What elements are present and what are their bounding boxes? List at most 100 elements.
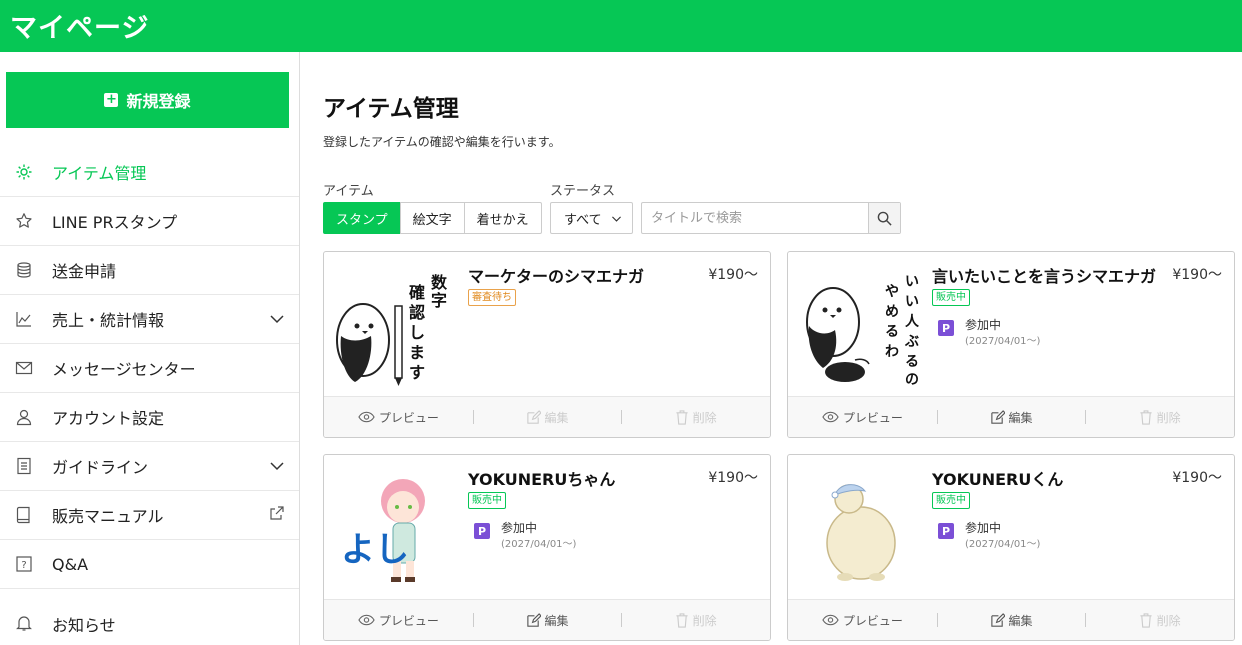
svg-text:の: の xyxy=(905,372,919,387)
search-box xyxy=(641,202,901,234)
delete-button[interactable]: 削除 xyxy=(1085,600,1234,640)
sidebar-item-qa[interactable]: ? Q&A xyxy=(0,540,299,589)
sidebar-item-sales-manual[interactable]: 販売マニュアル xyxy=(0,491,299,540)
svg-text:る: る xyxy=(885,324,899,340)
eye-icon xyxy=(822,614,839,626)
new-registration-label: 新規登録 xyxy=(126,92,191,111)
sidebar-item-label: お知らせ xyxy=(52,615,116,635)
svg-text:ぶ: ぶ xyxy=(904,334,919,350)
item-price: ¥190〜 xyxy=(708,267,758,283)
user-icon xyxy=(15,408,33,426)
sidebar-item-guidelines[interactable]: ガイドライン xyxy=(0,442,299,491)
sidebar-nav: アイテム管理 LINE PRスタンプ 送金申請 売上・統計情報 メッセージセンタ… xyxy=(0,148,299,645)
new-registration-button[interactable]: + 新規登録 xyxy=(6,72,289,128)
svg-text:い: い xyxy=(905,274,919,290)
mail-icon xyxy=(15,359,33,377)
sidebar-item-label: メッセージセンター xyxy=(52,360,196,379)
delete-button[interactable]: 削除 xyxy=(621,600,770,640)
sidebar-item-label: アイテム管理 xyxy=(52,164,147,183)
item-card: YOKUNERUくん ¥190〜 販売中 P 参加中 (2027/04/01〜)… xyxy=(787,454,1235,641)
sidebar-item-account-settings[interactable]: アカウント設定 xyxy=(0,393,299,442)
item-card-body[interactable]: い い 人 ぶ る の や め る わ 言いたいことを言うシマエナガ ¥190〜… xyxy=(788,252,1234,396)
search-input[interactable] xyxy=(642,203,868,233)
delete-button[interactable]: 削除 xyxy=(621,397,770,437)
sidebar-item-label: 送金申請 xyxy=(52,262,117,281)
sidebar-item-label: 売上・統計情報 xyxy=(52,311,165,330)
svg-text:し: し xyxy=(409,323,425,342)
item-card-body[interactable]: よし YOKUNERUちゃん ¥190〜 販売中 P 参加中 (2027/04/… xyxy=(324,455,770,599)
svg-text:い: い xyxy=(905,294,919,310)
edit-button[interactable]: 編集 xyxy=(472,397,622,437)
sidebar-item-sales-stats[interactable]: 売上・統計情報 xyxy=(0,295,299,344)
question-icon: ? xyxy=(15,555,33,573)
preview-button[interactable]: プレビュー xyxy=(788,397,937,437)
trash-icon xyxy=(676,612,688,628)
preview-button[interactable]: プレビュー xyxy=(324,600,473,640)
edit-icon xyxy=(990,612,1005,627)
item-card-body[interactable]: 数 字 確 認 し ま す マーケターのシマエナガ ¥190〜 審査待ち xyxy=(324,252,770,396)
item-card-actions: プレビュー 編集 削除 xyxy=(788,599,1234,640)
sidebar-item-label: 販売マニュアル xyxy=(52,507,164,526)
sidebar-item-notices[interactable]: お知らせ xyxy=(0,599,299,645)
edit-button[interactable]: 編集 xyxy=(936,600,1086,640)
sidebar: + 新規登録 アイテム管理 LINE PRスタンプ 送金申請 売上・統計情報 メ… xyxy=(0,52,300,645)
sidebar-item-remittance[interactable]: 送金申請 xyxy=(0,246,299,295)
svg-text:め: め xyxy=(885,304,899,320)
pr-status-text: 参加中 xyxy=(965,521,1002,535)
pr-status-date: (2027/04/01〜) xyxy=(501,539,577,550)
item-title[interactable]: 言いたいことを言うシマエナガ xyxy=(932,263,1156,287)
bell-icon xyxy=(15,614,33,632)
edit-icon xyxy=(990,409,1005,424)
status-select-value: すべて xyxy=(564,212,602,228)
delete-button[interactable]: 削除 xyxy=(1085,397,1234,437)
item-title[interactable]: マーケターのシマエナガ xyxy=(468,263,644,287)
pr-badge-icon: P xyxy=(938,320,954,336)
sidebar-item-item-management[interactable]: アイテム管理 xyxy=(0,148,299,197)
status-badge: 審査待ち xyxy=(468,289,516,306)
status-select[interactable]: すべて xyxy=(550,202,633,234)
pr-status-text: 参加中 xyxy=(501,521,538,535)
page-title: アイテム管理 xyxy=(323,96,459,122)
preview-button[interactable]: プレビュー xyxy=(788,600,937,640)
item-card-body[interactable]: YOKUNERUくん ¥190〜 販売中 P 参加中 (2027/04/01〜) xyxy=(788,455,1234,599)
svg-text:や: や xyxy=(885,284,899,300)
tab-emoji[interactable]: 絵文字 xyxy=(399,202,465,234)
item-card: い い 人 ぶ る の や め る わ 言いたいことを言うシマエナガ ¥190〜… xyxy=(787,251,1235,438)
item-card: 数 字 確 認 し ま す マーケターのシマエナガ ¥190〜 審査待ち プレビ… xyxy=(323,251,771,438)
stamp-thumbnail-image xyxy=(826,484,896,581)
preview-button[interactable]: プレビュー xyxy=(324,397,473,437)
edit-icon xyxy=(526,409,541,424)
chevron-down-icon xyxy=(270,462,284,471)
sidebar-item-label: Q&A xyxy=(52,554,89,574)
svg-text:字: 字 xyxy=(431,291,447,310)
search-icon xyxy=(877,211,892,226)
svg-text:確: 確 xyxy=(409,283,425,302)
edit-button[interactable]: 編集 xyxy=(472,600,622,640)
sidebar-item-label: アカウント設定 xyxy=(52,409,165,428)
tab-stamp[interactable]: スタンプ xyxy=(323,202,401,234)
svg-text:わ: わ xyxy=(885,344,899,360)
item-title[interactable]: YOKUNERUくん xyxy=(932,466,1063,490)
item-type-tabs: スタンプ 絵文字 着せかえ xyxy=(323,202,542,234)
pr-status-text: 参加中 xyxy=(965,318,1002,332)
search-button[interactable] xyxy=(868,203,900,233)
eye-icon xyxy=(358,411,375,423)
coins-icon xyxy=(15,261,33,279)
item-price: ¥190〜 xyxy=(1172,267,1222,283)
sidebar-item-message-center[interactable]: メッセージセンター xyxy=(0,344,299,393)
pr-badge-icon: P xyxy=(938,523,954,539)
tab-theme[interactable]: 着せかえ xyxy=(463,202,542,234)
stamp-thumbnail-image: 数 字 確 認 し ま す xyxy=(336,273,448,386)
sidebar-item-line-pr-stamp[interactable]: LINE PRスタンプ xyxy=(0,197,299,246)
svg-text:数: 数 xyxy=(431,273,448,292)
pr-badge-icon: P xyxy=(474,523,490,539)
edit-button[interactable]: 編集 xyxy=(936,397,1086,437)
trash-icon xyxy=(676,409,688,425)
svg-text:す: す xyxy=(409,363,425,382)
item-title[interactable]: YOKUNERUちゃん xyxy=(468,466,615,490)
page-description: 登録したアイテムの確認や編集を行います。 xyxy=(323,135,561,149)
status-badge: 販売中 xyxy=(468,492,506,509)
item-card: よし YOKUNERUちゃん ¥190〜 販売中 P 参加中 (2027/04/… xyxy=(323,454,771,641)
top-header-bar: マイページ xyxy=(0,0,1242,52)
svg-text:よし: よし xyxy=(341,530,409,570)
